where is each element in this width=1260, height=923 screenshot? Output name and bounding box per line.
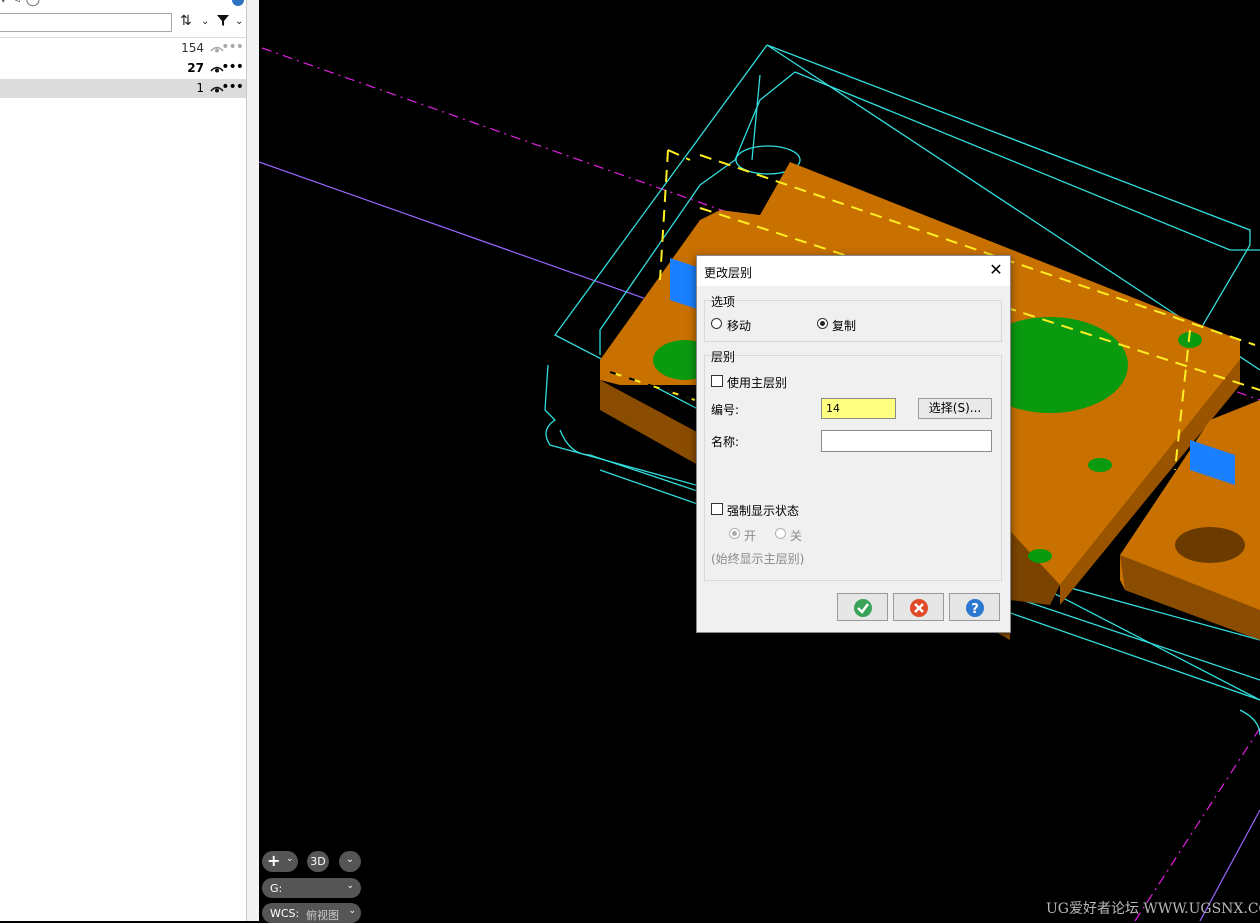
layer-group-label: 层别 — [711, 350, 736, 364]
svg-text:?: ? — [971, 602, 979, 617]
hint-text: (始终显示主层别) — [711, 552, 805, 566]
watermark: UG爱好者论坛 WWW.UGSNX.COM — [1046, 901, 1260, 917]
wcs-dropdown[interactable]: WCS: 俯视图 ⌄ — [262, 903, 361, 923]
sort-icon[interactable]: ⇅ — [180, 13, 192, 29]
help-icon: ? — [966, 599, 984, 617]
datum-line — [1134, 727, 1260, 921]
dialog-titlebar[interactable]: 更改层别 ✕ — [697, 256, 1010, 286]
panel-splitter[interactable] — [247, 0, 259, 921]
on-radio[interactable] — [729, 528, 740, 539]
copy-label: 复制 — [832, 319, 857, 333]
group-dropdown[interactable]: G: ⌄ — [262, 878, 361, 898]
layer-panel: ▾ ✎ ◯ ⇅ ⌄ ⌄ 154 ••• 27 ••• 1 ••• — [0, 0, 247, 921]
axis-line — [259, 161, 701, 319]
view-3d-button[interactable]: 3D — [307, 851, 329, 872]
chevron-down-icon[interactable]: ⌄ — [235, 16, 243, 27]
copy-radio[interactable] — [817, 318, 828, 329]
layer-count: 27 — [187, 61, 204, 75]
checkmark-icon — [854, 599, 872, 617]
options-group-label: 选项 — [711, 295, 736, 309]
group-label: G: — [270, 882, 283, 895]
chevron-down-icon[interactable]: ⌄ — [201, 16, 209, 27]
select-button[interactable]: 选择(S)... — [918, 398, 992, 419]
add-view-button[interactable]: + ⌄ — [262, 851, 298, 872]
force-display-label: 强制显示状态 — [727, 504, 800, 518]
layer-name-input[interactable] — [821, 430, 992, 452]
close-icon[interactable]: ✕ — [988, 261, 1004, 279]
more-icon[interactable]: ••• — [221, 39, 244, 55]
info-icon[interactable] — [232, 0, 244, 6]
plus-icon: + — [267, 851, 281, 870]
dialog-title: 更改层别 — [704, 266, 753, 280]
chevron-down-icon: ⌄ — [286, 854, 294, 864]
chevron-down-icon[interactable]: ⌄ — [339, 851, 361, 872]
toolbar-icons-cropped: ▾ ✎ ◯ — [0, 0, 40, 7]
more-icon[interactable]: ••• — [221, 79, 244, 95]
cancel-button[interactable] — [893, 593, 944, 621]
layer-row[interactable]: 154 ••• — [0, 39, 246, 58]
layer-count: 154 — [181, 41, 204, 55]
search-input[interactable] — [0, 13, 172, 32]
chevron-down-icon: ⌄ — [346, 881, 354, 891]
off-label: 关 — [790, 529, 803, 543]
change-layer-dialog: 更改层别 ✕ 选项 移动 复制 层别 使用主层别 编号: 14 选择(S)...… — [696, 255, 1011, 633]
layer-row-selected[interactable]: 1 ••• — [0, 79, 246, 98]
layer-count: 1 — [196, 81, 204, 95]
on-label: 开 — [744, 529, 757, 543]
move-label: 移动 — [727, 319, 752, 333]
filter-icon[interactable] — [216, 13, 230, 31]
use-work-layer-checkbox[interactable] — [711, 375, 723, 387]
number-label: 编号: — [711, 403, 740, 417]
wcs-label: WCS: — [270, 907, 300, 920]
name-label: 名称: — [711, 435, 740, 449]
use-work-layer-label: 使用主层别 — [727, 376, 788, 390]
move-radio[interactable] — [711, 318, 722, 329]
help-button[interactable]: ? — [949, 593, 1000, 621]
layer-number-input[interactable]: 14 — [821, 398, 896, 419]
off-radio[interactable] — [775, 528, 786, 539]
ok-button[interactable] — [837, 593, 888, 621]
cancel-icon — [910, 599, 928, 617]
force-display-checkbox[interactable] — [711, 503, 723, 515]
layer-row[interactable]: 27 ••• — [0, 59, 246, 78]
chevron-down-icon: ⌄ — [348, 906, 356, 916]
more-icon[interactable]: ••• — [221, 59, 244, 75]
